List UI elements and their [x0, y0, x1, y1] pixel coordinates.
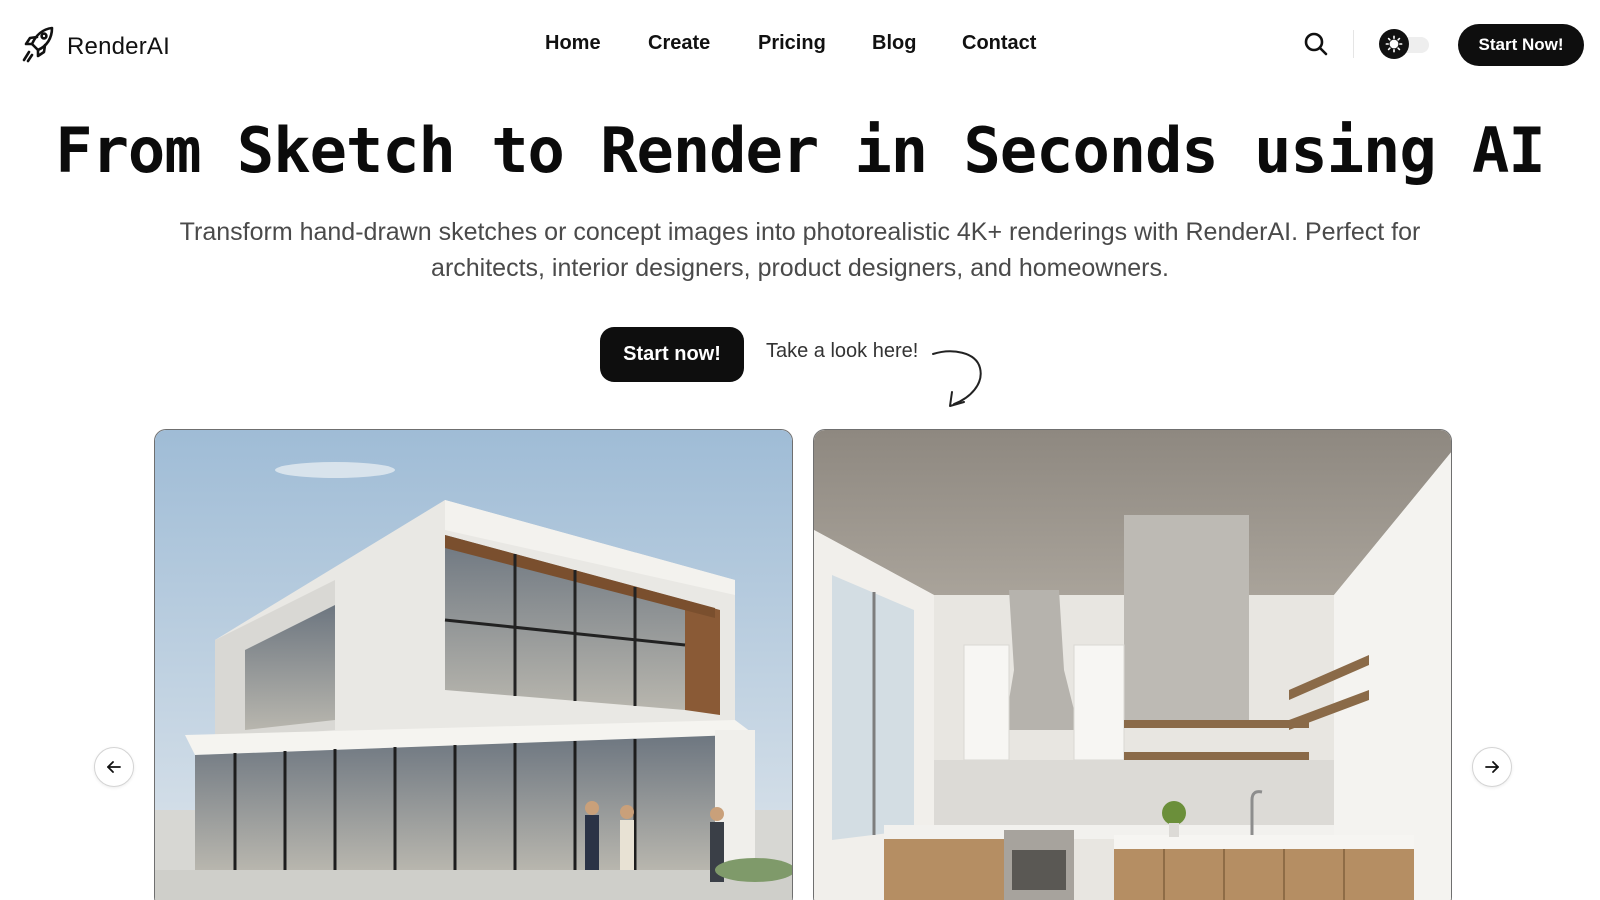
toggle-knob: [1379, 29, 1409, 59]
gallery-card-house[interactable]: [154, 429, 793, 900]
look-here-caption: Take a look here!: [766, 340, 919, 362]
nav-home[interactable]: Home: [545, 32, 601, 55]
sun-icon: [1385, 35, 1403, 53]
arrow-right-icon: [1485, 761, 1499, 773]
brand-name: RenderAI: [67, 32, 170, 60]
nav-pricing[interactable]: Pricing: [758, 32, 826, 55]
nav-contact[interactable]: Contact: [962, 32, 1036, 55]
curved-arrow-icon: [932, 350, 982, 407]
search-button[interactable]: [1303, 31, 1329, 57]
gallery-prev-button[interactable]: [94, 747, 134, 787]
house-render-image: [155, 430, 792, 900]
site-header: RenderAI Home Create Pricing Blog Contac…: [0, 0, 1600, 90]
search-icon: [1304, 32, 1328, 56]
kitchen-render-image: [814, 430, 1451, 900]
start-now-hero-button[interactable]: Start now!: [600, 327, 744, 382]
theme-toggle[interactable]: [1379, 29, 1431, 59]
rocket-icon: [21, 25, 55, 68]
header-divider: [1353, 30, 1354, 58]
hero-subtitle: Transform hand-drawn sketches or concept…: [179, 218, 1421, 282]
hero-title: From Sketch to Render in Seconds using A…: [55, 114, 1545, 187]
start-now-header-button[interactable]: Start Now!: [1458, 24, 1584, 66]
gallery-next-button[interactable]: [1472, 747, 1512, 787]
nav-blog[interactable]: Blog: [872, 32, 916, 55]
arrow-left-icon: [107, 761, 121, 773]
gallery-card-kitchen[interactable]: [813, 429, 1452, 900]
nav-create[interactable]: Create: [648, 32, 710, 55]
brand-logo[interactable]: RenderAI: [21, 25, 170, 68]
